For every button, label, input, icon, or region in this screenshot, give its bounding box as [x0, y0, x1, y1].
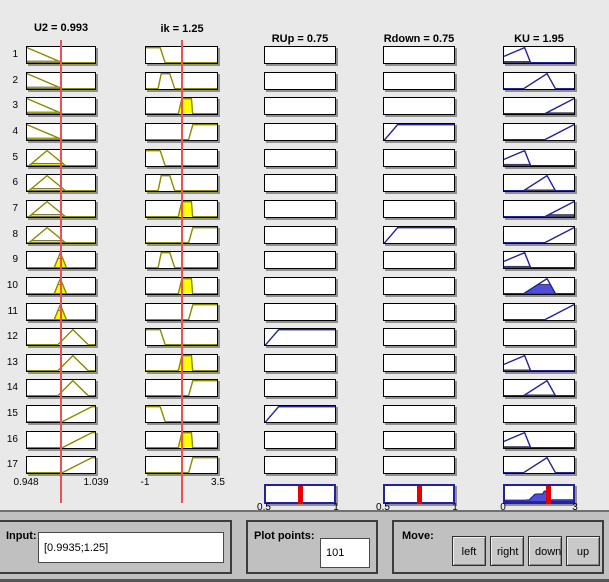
rule-cell-rup [264, 200, 336, 218]
rule-cell-rdown [383, 328, 455, 346]
move-panel: Move: left right down up [392, 520, 604, 574]
rule-cell-ku [503, 174, 575, 192]
column-header-rdown: Rdown = 0.75 [384, 33, 455, 45]
rule-cell-rdown [383, 226, 455, 244]
rule-cell-rup [264, 251, 336, 269]
rule-cell-rdown [383, 456, 455, 474]
rule-cell-rup [264, 226, 336, 244]
axis-tick-u2-max: 1.039 [83, 477, 108, 488]
index-line-u2[interactable] [60, 40, 62, 503]
rule-cell-rdown [383, 200, 455, 218]
rule-cell-rdown [383, 123, 455, 141]
plot-points-value: 101 [326, 547, 344, 559]
rule-cell-rup [264, 405, 336, 423]
move-up-button[interactable]: up [566, 536, 600, 566]
aggregate-plot-ku [503, 484, 575, 504]
rule-cell-ku [503, 97, 575, 115]
rule-number: 7 [0, 203, 18, 214]
plot-points-field[interactable]: 101 [320, 538, 370, 568]
rule-cell-ku [503, 226, 575, 244]
rule-cell-rup [264, 303, 336, 321]
axis-tick-ik-min: -1 [141, 477, 150, 488]
rule-cell-ku [503, 431, 575, 449]
rule-cell-rdown [383, 354, 455, 372]
rule-cell-rup [264, 72, 336, 90]
rule-number: 14 [0, 382, 18, 393]
rule-cell-rdown [383, 251, 455, 269]
rule-cell-ku [503, 149, 575, 167]
rule-cell-ku [503, 379, 575, 397]
rule-cell-ku [503, 200, 575, 218]
move-right-button[interactable]: right [490, 536, 524, 566]
rule-cell-rdown [383, 379, 455, 397]
rule-number: 9 [0, 254, 18, 265]
rule-cell-ku [503, 46, 575, 64]
rule-number: 16 [0, 434, 18, 445]
fuzzy-rule-viewer: U2 = 0.993 ik = 1.25 RUp = 0.75 Rdown = … [0, 0, 609, 582]
rule-cell-rup [264, 123, 336, 141]
rule-cell-rup [264, 456, 336, 474]
input-label: Input: [6, 530, 37, 542]
rule-cell-ku [503, 72, 575, 90]
column-header-rup: RUp = 0.75 [272, 33, 329, 45]
rule-number: 8 [0, 229, 18, 240]
rule-cell-rup [264, 354, 336, 372]
input-field[interactable]: [0.9935;1.25] [38, 532, 224, 563]
rule-cell-rup [264, 328, 336, 346]
rule-cell-rdown [383, 405, 455, 423]
rule-cell-ku [503, 123, 575, 141]
rule-cell-rdown [383, 97, 455, 115]
rule-cell-rup [264, 379, 336, 397]
rule-cell-rup [264, 277, 336, 295]
rule-cell-rup [264, 97, 336, 115]
rule-cell-rup [264, 149, 336, 167]
input-value: [0.9935;1.25] [44, 542, 108, 554]
plot-points-label: Plot points: [254, 530, 315, 542]
rule-cell-ku [503, 251, 575, 269]
rule-cell-ku [503, 277, 575, 295]
rule-cell-ku [503, 328, 575, 346]
axis-tick-u2-min: 0.948 [13, 477, 38, 488]
footer-panel: Input: [0.9935;1.25] Plot points: 101 Mo… [0, 510, 609, 582]
rule-cell-ku [503, 456, 575, 474]
rule-number: 4 [0, 126, 18, 137]
rule-number: 1 [0, 49, 18, 60]
move-label: Move: [402, 530, 434, 542]
rule-number: 13 [0, 357, 18, 368]
defuzzified-value-bar-rup [298, 486, 303, 504]
rule-number: 3 [0, 100, 18, 111]
plot-points-panel: Plot points: 101 [246, 520, 378, 574]
rule-cell-rdown [383, 431, 455, 449]
rule-cell-rup [264, 431, 336, 449]
rule-cell-ku [503, 303, 575, 321]
rule-number: 17 [0, 459, 18, 470]
move-left-button[interactable]: left [452, 536, 486, 566]
move-down-button[interactable]: down [528, 536, 562, 566]
rule-cell-rdown [383, 149, 455, 167]
rule-cell-rup [264, 174, 336, 192]
input-panel: Input: [0.9935;1.25] [0, 520, 232, 574]
rule-cell-rdown [383, 277, 455, 295]
column-header-u2: U2 = 0.993 [34, 22, 88, 34]
column-header-ik: ik = 1.25 [160, 23, 203, 35]
rule-cell-ku [503, 405, 575, 423]
rule-cell-rdown [383, 174, 455, 192]
rule-cell-rdown [383, 303, 455, 321]
defuzzified-value-bar-rdown [417, 486, 422, 504]
rule-number: 10 [0, 280, 18, 291]
rule-number: 6 [0, 177, 18, 188]
rule-cell-rdown [383, 72, 455, 90]
axis-tick-ik-max: 3.5 [211, 477, 225, 488]
rule-cell-ku [503, 354, 575, 372]
rule-number: 15 [0, 408, 18, 419]
rule-number: 2 [0, 75, 18, 86]
rule-cell-rup [264, 46, 336, 64]
index-line-ik[interactable] [181, 40, 183, 503]
column-header-ku: KU = 1.95 [514, 33, 564, 45]
rule-number: 5 [0, 152, 18, 163]
rule-number: 11 [0, 306, 18, 317]
defuzzified-value-bar-ku [546, 486, 551, 504]
rule-cell-rdown [383, 46, 455, 64]
rule-number: 12 [0, 331, 18, 342]
